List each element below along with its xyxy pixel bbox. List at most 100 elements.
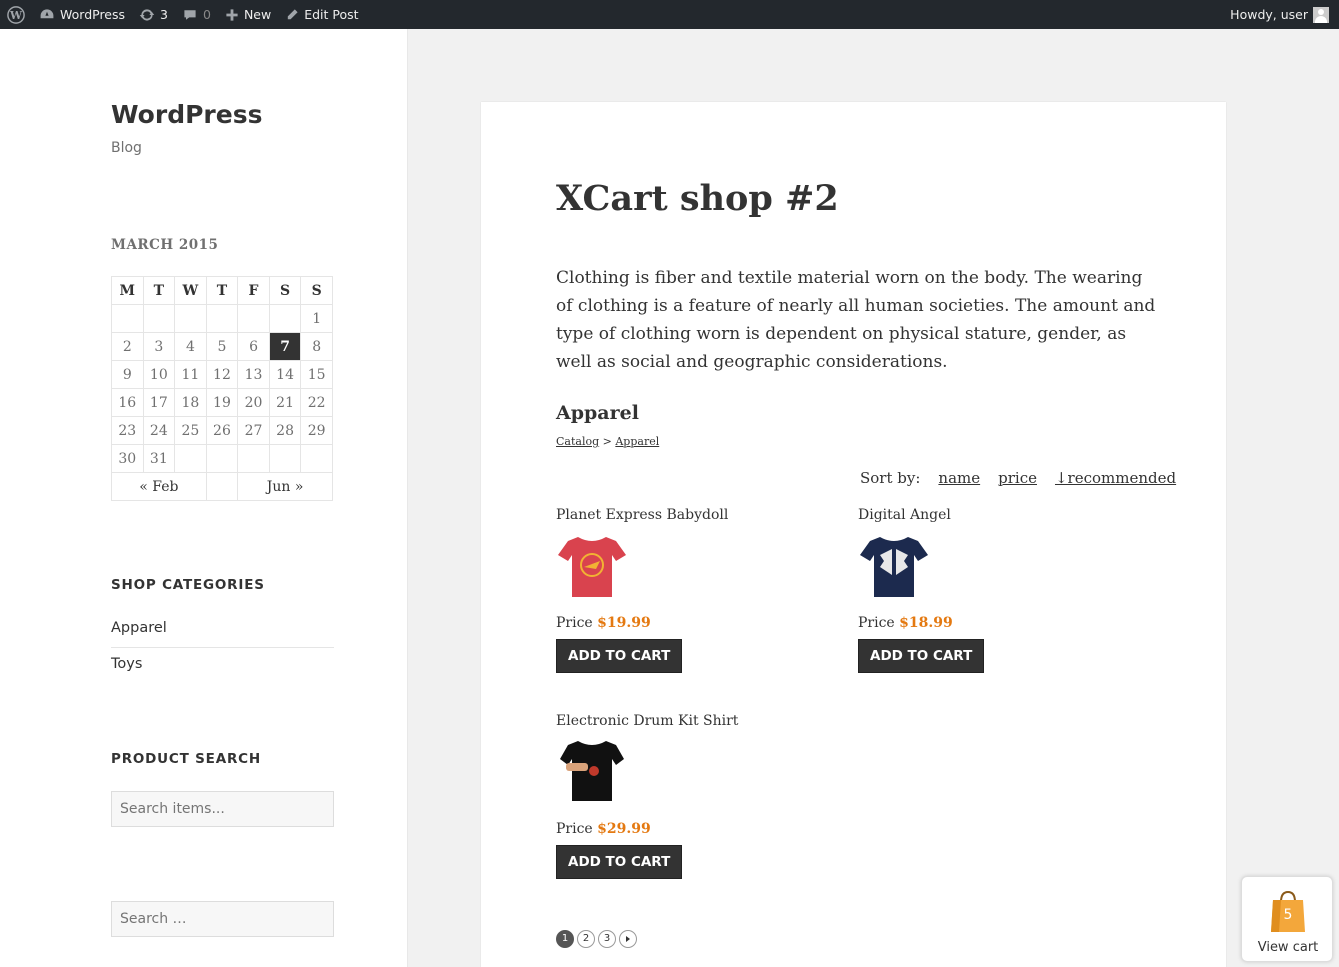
product-search-input[interactable] — [111, 791, 334, 827]
add-to-cart-button[interactable]: ADD TO CART — [858, 639, 985, 673]
price-amount: $18.99 — [899, 615, 953, 631]
product-image[interactable] — [556, 531, 628, 603]
updates-icon — [139, 8, 155, 21]
calendar-day: 28 — [268, 416, 302, 445]
product-price: Price $29.99 — [556, 821, 816, 837]
howdy-label: Howdy, user — [1230, 7, 1308, 22]
my-account-menu[interactable]: Howdy, user — [1223, 0, 1339, 29]
calendar-next-link[interactable]: Jun » — [237, 472, 333, 501]
cart-count: 5 — [1283, 907, 1293, 923]
calendar-day: 29 — [300, 416, 333, 445]
product-name[interactable]: Electronic Drum Kit Shirt — [556, 713, 816, 729]
category-item-apparel[interactable]: Apparel — [111, 612, 334, 648]
calendar-pad — [237, 444, 270, 473]
calendar-day[interactable]: 7 — [268, 332, 302, 361]
calendar-day: 18 — [174, 388, 207, 417]
plus-icon — [226, 8, 238, 21]
product-price: Price $18.99 — [858, 615, 1118, 631]
category-item-toys[interactable]: Toys — [111, 648, 334, 684]
breadcrumb-apparel-link[interactable]: Apparel — [615, 435, 659, 448]
calendar-day: 19 — [205, 388, 239, 417]
calendar-weekday: W — [174, 276, 207, 305]
product-image[interactable] — [858, 531, 930, 603]
tshirt-shape — [860, 537, 928, 597]
page-title: XCart shop #2 — [556, 178, 839, 219]
calendar-day: 20 — [237, 388, 270, 417]
calendar-pad — [268, 304, 302, 333]
sidebar: WordPress Blog MARCH 2015 MTWTFSS 123456… — [0, 29, 408, 967]
site-name-menu[interactable]: WordPress — [32, 0, 132, 29]
page-2-button[interactable]: 2 — [577, 930, 595, 948]
calendar-day: 6 — [237, 332, 270, 361]
comments-menu[interactable]: 0 — [175, 0, 218, 29]
article: XCart shop #2 Clothing is fiber and text… — [481, 102, 1226, 967]
page-1-button[interactable]: 1 — [556, 930, 574, 948]
calendar-day: 10 — [142, 360, 176, 389]
calendar-caption: MARCH 2015 — [111, 237, 219, 253]
price-amount: $29.99 — [597, 821, 651, 837]
price-amount: $19.99 — [597, 615, 651, 631]
sort-by-recommended-link[interactable]: ↓recommended — [1055, 469, 1176, 487]
product-name[interactable]: Digital Angel — [858, 507, 1118, 523]
updates-count: 3 — [160, 7, 168, 22]
calendar-day: 31 — [142, 444, 176, 473]
updates-menu[interactable]: 3 — [132, 0, 175, 29]
calendar-day: 26 — [205, 416, 239, 445]
admin-bar: W WordPress 3 0 New Edit Post Howdy, use… — [0, 0, 1339, 29]
price-label: Price — [556, 615, 593, 631]
edit-post-label: Edit Post — [304, 7, 359, 22]
product-image[interactable] — [556, 737, 628, 809]
sort-by-price-link[interactable]: price — [998, 469, 1037, 487]
calendar: MTWTFSS 1 2 3 4 5 6 7 8 9 10 11 12 13 14 15 16 17 18 19 20 2… — [111, 276, 333, 501]
avatar — [1313, 6, 1329, 23]
sort-label: Sort by: — [860, 469, 921, 487]
calendar-weekday: S — [300, 276, 333, 305]
product-card: Electronic Drum Kit Shirt Price $29.99 A… — [556, 713, 816, 879]
product-price: Price $19.99 — [556, 615, 816, 631]
new-content-menu[interactable]: New — [218, 0, 278, 29]
calendar-day: 5 — [205, 332, 239, 361]
product-search-title: PRODUCT SEARCH — [111, 751, 261, 767]
calendar-day: 11 — [174, 360, 207, 389]
calendar-day: 16 — [111, 388, 144, 417]
calendar-pad — [268, 444, 302, 473]
category-heading: Apparel — [556, 402, 639, 424]
next-page-button[interactable] — [619, 930, 637, 948]
page-3-button[interactable]: 3 — [598, 930, 616, 948]
wordpress-logo-icon[interactable]: W — [0, 0, 32, 29]
site-name-label: WordPress — [60, 7, 126, 22]
price-label: Price — [556, 821, 593, 837]
site-title[interactable]: WordPress — [111, 100, 262, 129]
calendar-day: 23 — [111, 416, 144, 445]
product-card: Planet Express Babydoll Price $19.99 ADD… — [556, 507, 816, 673]
view-cart-widget[interactable]: 5 View cart — [1241, 876, 1333, 962]
calendar-day: 30 — [111, 444, 144, 473]
calendar-weekday: T — [205, 276, 239, 305]
comment-icon — [184, 9, 196, 20]
edit-post-menu[interactable]: Edit Post — [278, 0, 365, 29]
calendar-day: 22 — [300, 388, 333, 417]
calendar-day: 3 — [142, 332, 176, 361]
calendar-pad — [300, 444, 333, 473]
site-search-input[interactable] — [111, 901, 334, 937]
chevron-right-icon — [626, 936, 630, 942]
product-name[interactable]: Planet Express Babydoll — [556, 507, 816, 523]
calendar-day: 27 — [237, 416, 270, 445]
price-label: Price — [858, 615, 895, 631]
calendar-prev-link[interactable]: « Feb — [111, 472, 207, 501]
calendar-pad — [205, 472, 239, 501]
breadcrumb-catalog-link[interactable]: Catalog — [556, 435, 599, 448]
calendar-pad — [205, 444, 239, 473]
calendar-day: 21 — [268, 388, 302, 417]
svg-text:W: W — [9, 9, 23, 22]
add-to-cart-button[interactable]: ADD TO CART — [556, 639, 683, 673]
add-to-cart-button[interactable]: ADD TO CART — [556, 845, 683, 879]
calendar-day: 25 — [174, 416, 207, 445]
product-card: Digital Angel Price $18.99 ADD TO CART — [858, 507, 1118, 673]
calendar-day: 12 — [205, 360, 239, 389]
sort-by-name-link[interactable]: name — [938, 469, 980, 487]
calendar-weekday: F — [237, 276, 270, 305]
dashboard-icon — [40, 8, 54, 18]
sort-bar: Sort by: name price ↓recommended — [860, 469, 1176, 487]
site-description: Blog — [111, 140, 142, 156]
